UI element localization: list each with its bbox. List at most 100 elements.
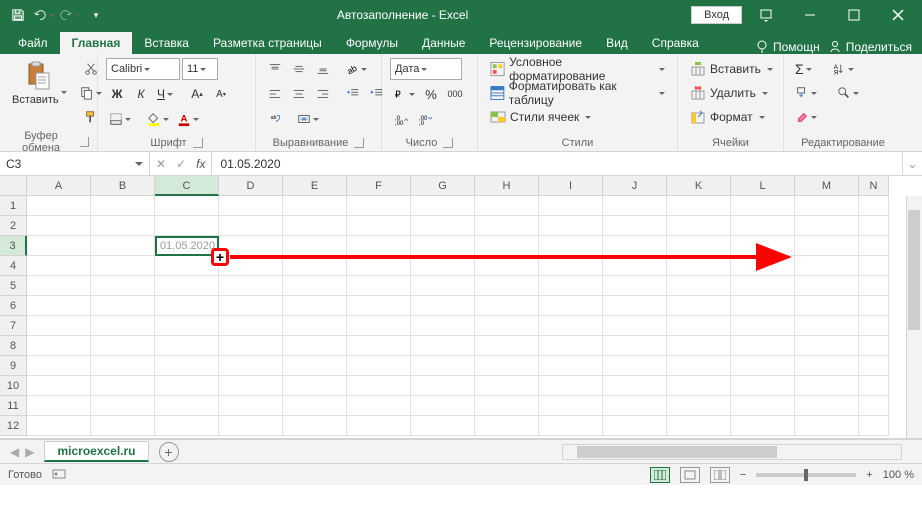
- minimize-icon[interactable]: [790, 0, 830, 30]
- cell-E2[interactable]: [283, 216, 347, 236]
- cell-K7[interactable]: [667, 316, 731, 336]
- vertical-scrollbar[interactable]: [906, 196, 922, 438]
- row-12[interactable]: 12: [0, 416, 27, 436]
- cell-M12[interactable]: [795, 416, 859, 436]
- cell-F12[interactable]: [347, 416, 411, 436]
- cell-L1[interactable]: [731, 196, 795, 216]
- maximize-icon[interactable]: [834, 0, 874, 30]
- cell-H8[interactable]: [475, 336, 539, 356]
- cell-D2[interactable]: [219, 216, 283, 236]
- cell-B1[interactable]: [91, 196, 155, 216]
- cell-E3[interactable]: [283, 236, 347, 256]
- cell-M11[interactable]: [795, 396, 859, 416]
- cell-J2[interactable]: [603, 216, 667, 236]
- col-H[interactable]: H: [475, 176, 539, 196]
- cell-A10[interactable]: [27, 376, 91, 396]
- cell-J7[interactable]: [603, 316, 667, 336]
- cell-C11[interactable]: [155, 396, 219, 416]
- cell-H4[interactable]: [475, 256, 539, 276]
- cell-B4[interactable]: [91, 256, 155, 276]
- zoom-out-button[interactable]: −: [740, 469, 746, 481]
- align-bottom-icon[interactable]: [312, 58, 334, 80]
- cell-C8[interactable]: [155, 336, 219, 356]
- cell-B5[interactable]: [91, 276, 155, 296]
- italic-button[interactable]: К: [130, 83, 152, 105]
- cell-D9[interactable]: [219, 356, 283, 376]
- cell-A5[interactable]: [27, 276, 91, 296]
- paste-button[interactable]: Вставить: [8, 58, 71, 108]
- select-all-corner[interactable]: [0, 176, 27, 196]
- tab-help[interactable]: Справка: [640, 32, 711, 54]
- zoom-level[interactable]: 100 %: [883, 469, 914, 481]
- tab-insert[interactable]: Вставка: [132, 32, 201, 54]
- cell-B3[interactable]: [91, 236, 155, 256]
- cancel-formula-icon[interactable]: ✕: [156, 157, 166, 171]
- sort-filter-icon[interactable]: АЯ: [829, 58, 857, 80]
- cell-I12[interactable]: [539, 416, 603, 436]
- cell-J6[interactable]: [603, 296, 667, 316]
- cell-N10[interactable]: [859, 376, 889, 396]
- cell-I3[interactable]: [539, 236, 603, 256]
- align-right-icon[interactable]: [312, 83, 334, 105]
- cell-L11[interactable]: [731, 396, 795, 416]
- cell-A6[interactable]: [27, 296, 91, 316]
- cell-J10[interactable]: [603, 376, 667, 396]
- cell-M2[interactable]: [795, 216, 859, 236]
- view-page-layout-icon[interactable]: [680, 467, 700, 483]
- zoom-in-button[interactable]: +: [866, 469, 872, 481]
- orientation-icon[interactable]: ab: [342, 58, 370, 80]
- tab-file[interactable]: Файл: [6, 32, 60, 54]
- font-size-combo[interactable]: 11: [182, 58, 218, 80]
- cell-A1[interactable]: [27, 196, 91, 216]
- horizontal-scrollbar[interactable]: [562, 444, 902, 460]
- cell-G2[interactable]: [411, 216, 475, 236]
- cell-F4[interactable]: [347, 256, 411, 276]
- cell-N2[interactable]: [859, 216, 889, 236]
- autosum-icon[interactable]: Σ: [792, 58, 815, 80]
- grow-font-icon[interactable]: A▴: [186, 83, 208, 105]
- cell-I5[interactable]: [539, 276, 603, 296]
- col-G[interactable]: G: [411, 176, 475, 196]
- undo-icon[interactable]: [32, 3, 56, 27]
- cell-H5[interactable]: [475, 276, 539, 296]
- cell-N12[interactable]: [859, 416, 889, 436]
- col-A[interactable]: A: [27, 176, 91, 196]
- row-2[interactable]: 2: [0, 216, 27, 236]
- cell-A3[interactable]: [27, 236, 91, 256]
- align-middle-icon[interactable]: [288, 58, 310, 80]
- row-1[interactable]: 1: [0, 196, 27, 216]
- cell-G11[interactable]: [411, 396, 475, 416]
- cell-G8[interactable]: [411, 336, 475, 356]
- cell-J11[interactable]: [603, 396, 667, 416]
- zoom-slider[interactable]: [756, 473, 856, 477]
- cell-E7[interactable]: [283, 316, 347, 336]
- cell-E9[interactable]: [283, 356, 347, 376]
- cell-L7[interactable]: [731, 316, 795, 336]
- col-M[interactable]: M: [795, 176, 859, 196]
- cell-K2[interactable]: [667, 216, 731, 236]
- cell-J1[interactable]: [603, 196, 667, 216]
- cell-I4[interactable]: [539, 256, 603, 276]
- formula-expand-icon[interactable]: ⌄: [902, 152, 922, 175]
- cell-F6[interactable]: [347, 296, 411, 316]
- cell-N4[interactable]: [859, 256, 889, 276]
- cell-H11[interactable]: [475, 396, 539, 416]
- sheet-nav-next-icon[interactable]: ▶: [25, 445, 34, 459]
- cell-F2[interactable]: [347, 216, 411, 236]
- cell-I1[interactable]: [539, 196, 603, 216]
- cell-M7[interactable]: [795, 316, 859, 336]
- cell-H9[interactable]: [475, 356, 539, 376]
- row-3[interactable]: 3: [0, 236, 27, 256]
- cell-M10[interactable]: [795, 376, 859, 396]
- cell-G6[interactable]: [411, 296, 475, 316]
- cell-G5[interactable]: [411, 276, 475, 296]
- cell-styles-button[interactable]: Стили ячеек: [486, 106, 669, 128]
- cell-E12[interactable]: [283, 416, 347, 436]
- find-select-icon[interactable]: [834, 82, 862, 104]
- col-C[interactable]: C: [155, 176, 219, 196]
- cell-I11[interactable]: [539, 396, 603, 416]
- cell-A7[interactable]: [27, 316, 91, 336]
- cell-E6[interactable]: [283, 296, 347, 316]
- indent-decrease-icon[interactable]: [342, 83, 364, 105]
- col-F[interactable]: F: [347, 176, 411, 196]
